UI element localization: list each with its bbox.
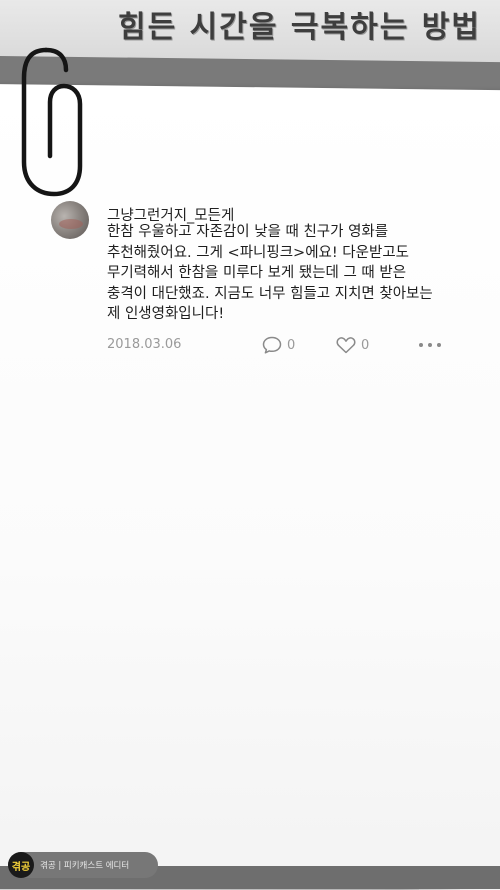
heart-icon xyxy=(336,337,356,354)
like-count: 0 xyxy=(361,337,370,353)
page-title: 힘든 시간을 극복하는 방법 xyxy=(118,10,481,45)
post-body: 한참 우울하고 자존감이 낮을 때 친구가 영화를 추천해줬어요. 그게 <파니… xyxy=(107,224,433,322)
brand-logo: 겪공 xyxy=(8,852,34,878)
footer-credit: 겪공 겪공 | 피키캐스트 에디터 xyxy=(8,852,158,878)
paperclip-icon xyxy=(21,47,83,197)
comment-button[interactable]: 0 xyxy=(262,334,295,356)
footer-label: 겪공 | 피키캐스트 에디터 xyxy=(40,861,130,871)
like-button[interactable]: 0 xyxy=(336,334,369,356)
more-dots-icon xyxy=(419,343,423,347)
post-date: 2018.03.06 xyxy=(107,337,182,352)
speech-bubble-icon xyxy=(262,336,282,354)
comment-count: 0 xyxy=(287,337,296,353)
more-options-button[interactable] xyxy=(419,336,441,354)
avatar[interactable] xyxy=(51,201,89,239)
